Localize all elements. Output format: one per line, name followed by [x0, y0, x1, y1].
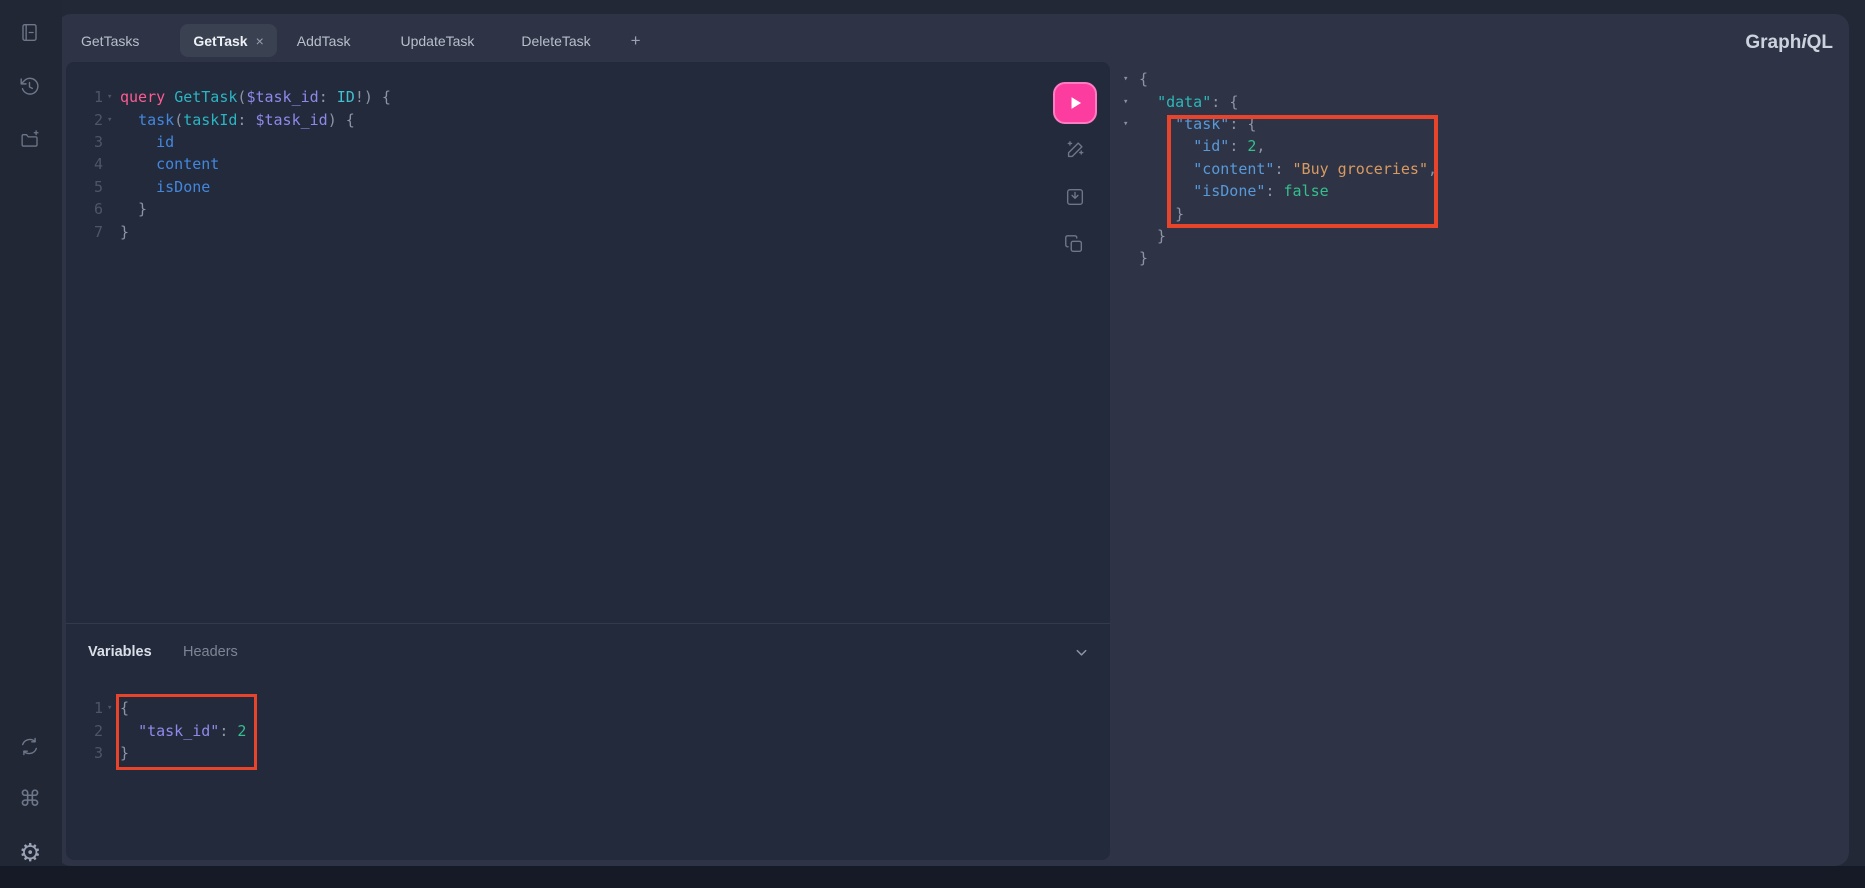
graphiql-app: ⌘ ⚙ GetTasks GetTask × AddTask UpdateTas… [0, 0, 1865, 888]
merge-fragments-icon[interactable] [1064, 186, 1086, 213]
tab-updatetask[interactable]: UpdateTask [400, 33, 474, 49]
refresh-icon[interactable] [19, 736, 40, 757]
query-editor[interactable]: 1▾query GetTask($task_id: ID!) {2▾ task(… [66, 86, 391, 243]
chevron-down-icon[interactable] [1074, 645, 1089, 665]
code-text: content [120, 155, 219, 173]
prettify-icon[interactable] [1064, 139, 1086, 166]
code-text: } [1139, 227, 1166, 245]
copy-query-icon[interactable] [1063, 233, 1085, 260]
variables-highlight-box [116, 694, 257, 770]
line-number: 2 [66, 111, 103, 129]
line-number: 4 [66, 155, 103, 173]
add-tab-button[interactable]: + [631, 31, 641, 51]
keyboard-shortcuts-icon[interactable]: ⌘ [19, 788, 41, 810]
code-line: 3 id [66, 131, 391, 153]
footer-strip [0, 866, 1865, 888]
fold-arrow-icon[interactable]: ▾ [103, 115, 120, 125]
tab-deletetask[interactable]: DeleteTask [521, 33, 590, 49]
code-line: 1▾query GetTask($task_id: ID!) { [66, 86, 391, 108]
code-line: 2▾ task(taskId: $task_id) { [66, 108, 391, 130]
line-number: 1 [66, 699, 103, 717]
collapse-arrow-icon[interactable]: ▾ [1110, 74, 1139, 84]
line-number: 1 [66, 88, 103, 106]
tab-bar: GetTasks GetTask × AddTask UpdateTask De… [66, 24, 641, 57]
code-line: 4 content [66, 153, 391, 175]
logo-part: Graph [1745, 32, 1801, 53]
code-line: 5 isDone [66, 176, 391, 198]
tab-gettask-label: GetTask [193, 33, 247, 49]
code-text: query GetTask($task_id: ID!) { [120, 88, 391, 106]
execute-query-button[interactable] [1053, 82, 1097, 124]
code-text: { [1139, 70, 1148, 88]
code-text: id [120, 133, 174, 151]
collapse-arrow-icon[interactable]: ▾ [1110, 97, 1139, 107]
code-line: 7} [66, 220, 391, 242]
docs-icon[interactable] [19, 22, 40, 43]
code-line: ▾{ [1110, 68, 1437, 90]
history-icon[interactable] [19, 76, 40, 97]
line-number: 6 [66, 200, 103, 218]
tab-headers[interactable]: Headers [183, 644, 238, 660]
code-text: } [1139, 249, 1148, 267]
code-line: 6 } [66, 198, 391, 220]
code-text: isDone [120, 178, 210, 196]
editor-tools-divider [66, 623, 1110, 624]
settings-icon[interactable]: ⚙ [19, 841, 41, 865]
graphiql-logo: GraphiQL [1745, 32, 1833, 54]
tab-gettask-active[interactable]: GetTask × [180, 24, 276, 57]
tab-gettasks[interactable]: GetTasks [81, 33, 139, 49]
code-line: } [1110, 247, 1437, 269]
line-number: 3 [66, 744, 103, 762]
line-number: 3 [66, 133, 103, 151]
play-icon [1064, 92, 1086, 114]
code-text: } [120, 223, 129, 241]
collapse-arrow-icon[interactable]: ▾ [1110, 119, 1139, 129]
line-number: 2 [66, 722, 103, 740]
sidebar: ⌘ ⚙ [0, 0, 62, 866]
logo-part: QL [1807, 32, 1833, 53]
tab-close-icon[interactable]: × [256, 33, 264, 49]
code-line: } [1110, 225, 1437, 247]
code-text: task(taskId: $task_id) { [120, 111, 355, 129]
line-number: 5 [66, 178, 103, 196]
tab-addtask[interactable]: AddTask [297, 33, 351, 49]
response-highlight-box [1167, 115, 1438, 228]
tab-variables[interactable]: Variables [88, 644, 152, 660]
code-text: "data": { [1139, 93, 1238, 111]
line-number: 7 [66, 223, 103, 241]
collections-icon[interactable] [19, 129, 41, 150]
code-text: } [120, 200, 147, 218]
code-line: ▾ "data": { [1110, 90, 1437, 112]
fold-arrow-icon[interactable]: ▾ [103, 92, 120, 102]
